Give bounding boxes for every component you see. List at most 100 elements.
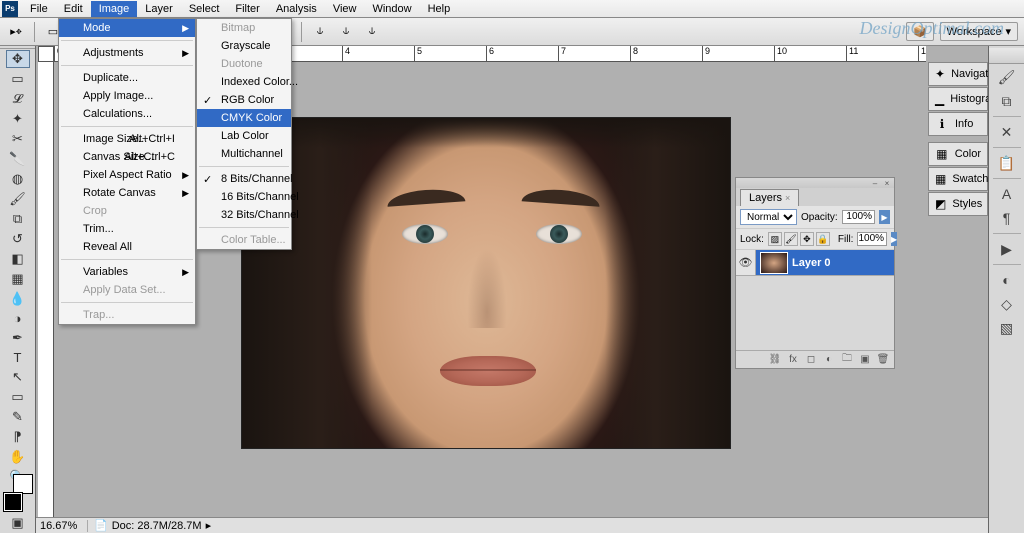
menu-file[interactable]: File: [22, 1, 56, 17]
menu-duplicate[interactable]: Duplicate...: [59, 69, 195, 87]
mode-cmyk[interactable]: CMYK Color: [197, 109, 291, 127]
doc-info[interactable]: 📄Doc: 28.7M/28.7M▸: [88, 519, 211, 532]
distribute-icon[interactable]: ⫝: [362, 22, 382, 42]
color-flyout[interactable]: ▦Color: [928, 142, 988, 166]
slice-tool-icon[interactable]: 🔪: [6, 150, 30, 168]
path-tool-icon[interactable]: ↖: [6, 368, 30, 386]
menu-apply-image[interactable]: Apply Image...: [59, 87, 195, 105]
zoom-field[interactable]: 16.67%: [36, 520, 88, 532]
paths-dock-icon[interactable]: ◇: [995, 293, 1019, 315]
menu-analysis[interactable]: Analysis: [268, 1, 325, 17]
fill-arrow-icon[interactable]: ▶: [891, 232, 897, 246]
mode-grayscale[interactable]: Grayscale: [197, 37, 291, 55]
brushes-dock-icon[interactable]: 🖌: [995, 66, 1019, 88]
brush-tool-icon[interactable]: 🖌: [6, 190, 30, 208]
menu-view[interactable]: View: [325, 1, 365, 17]
layercomps-dock-icon[interactable]: 📋: [995, 152, 1019, 174]
notes-tool-icon[interactable]: ✎: [6, 408, 30, 426]
opacity-arrow-icon[interactable]: ▶: [879, 210, 890, 224]
layer-mask-icon[interactable]: ◻: [804, 353, 818, 367]
menu-crop[interactable]: Crop: [59, 202, 195, 220]
toolbox-header[interactable]: [0, 48, 35, 49]
wand-tool-icon[interactable]: ✦: [6, 110, 30, 128]
lock-transparent-icon[interactable]: ▨: [768, 232, 782, 246]
styles-flyout[interactable]: ◩Styles: [928, 192, 988, 216]
pen-tool-icon[interactable]: ✒: [6, 329, 30, 347]
crop-tool-icon[interactable]: ✂: [6, 130, 30, 148]
menu-adjustments[interactable]: Adjustments▶: [59, 44, 195, 62]
layers-panel-titlebar[interactable]: – ×: [736, 178, 894, 188]
menu-image[interactable]: Image: [91, 1, 138, 17]
menu-trim[interactable]: Trim...: [59, 220, 195, 238]
mode-32bit[interactable]: 32 Bits/Channel: [197, 206, 291, 224]
menu-calculations[interactable]: Calculations...: [59, 105, 195, 123]
mode-16bit[interactable]: 16 Bits/Channel: [197, 188, 291, 206]
menu-select[interactable]: Select: [181, 1, 228, 17]
clone-dock-icon[interactable]: ⧉: [995, 90, 1019, 112]
hand-tool-icon[interactable]: ✋: [6, 448, 30, 466]
mode-indexed[interactable]: Indexed Color...: [197, 73, 291, 91]
heal-tool-icon[interactable]: ◍: [6, 170, 30, 188]
lasso-tool-icon[interactable]: 𝓛: [6, 90, 30, 108]
menu-help[interactable]: Help: [420, 1, 459, 17]
menu-window[interactable]: Window: [364, 1, 419, 17]
eyedropper-tool-icon[interactable]: ⁋: [6, 428, 30, 446]
close-tab-icon[interactable]: ×: [785, 193, 790, 203]
mode-lab[interactable]: Lab Color: [197, 127, 291, 145]
layers-dock-icon[interactable]: ▧: [995, 317, 1019, 339]
distribute-icon[interactable]: ⫝: [336, 22, 356, 42]
screenmode-icon[interactable]: ▣: [6, 514, 30, 532]
blend-mode-select[interactable]: Normal: [740, 209, 797, 225]
mode-rgb[interactable]: ✓RGB Color: [197, 91, 291, 109]
menu-rotate-canvas[interactable]: Rotate Canvas▶: [59, 184, 195, 202]
lock-position-icon[interactable]: ✥: [800, 232, 814, 246]
navigator-flyout[interactable]: ✦Navigator: [928, 62, 988, 86]
blur-tool-icon[interactable]: 💧: [6, 290, 30, 308]
dock-header[interactable]: [989, 48, 1024, 64]
channels-dock-icon[interactable]: ◐: [995, 269, 1019, 291]
adjustment-layer-icon[interactable]: ◐: [822, 353, 836, 367]
opacity-field[interactable]: 100%: [842, 210, 875, 224]
stamp-tool-icon[interactable]: ⧉: [6, 210, 30, 228]
marquee-tool-icon[interactable]: ▭: [6, 70, 30, 88]
layer-style-icon[interactable]: fx: [786, 353, 800, 367]
minimize-icon[interactable]: –: [870, 179, 880, 187]
tools-dock-icon[interactable]: ✕: [995, 121, 1019, 143]
foreground-color-swatch[interactable]: [4, 493, 22, 511]
histogram-flyout[interactable]: ▁Histogram: [928, 87, 988, 111]
shape-tool-icon[interactable]: ▭: [6, 388, 30, 406]
menu-canvas-size[interactable]: Canvas Size...Alt+Ctrl+C: [59, 148, 195, 166]
visibility-eye-icon[interactable]: 👁: [736, 250, 756, 275]
move-tool-preset-icon[interactable]: ▸✥: [6, 22, 26, 42]
menu-filter[interactable]: Filter: [227, 1, 267, 17]
menu-reveal-all[interactable]: Reveal All: [59, 238, 195, 256]
layer-row[interactable]: 👁 Layer 0: [736, 250, 894, 276]
menu-image-size[interactable]: Image Size...Alt+Ctrl+I: [59, 130, 195, 148]
lock-all-icon[interactable]: 🔒: [816, 232, 830, 246]
menu-pixel-aspect[interactable]: Pixel Aspect Ratio▶: [59, 166, 195, 184]
background-color-swatch[interactable]: [14, 475, 32, 493]
eraser-tool-icon[interactable]: ◧: [6, 250, 30, 268]
dodge-tool-icon[interactable]: ◑: [6, 310, 30, 327]
menu-mode[interactable]: Mode▶: [59, 19, 195, 37]
fill-field[interactable]: 100%: [857, 232, 887, 246]
lock-image-icon[interactable]: 🖌: [784, 232, 798, 246]
layer-thumbnail[interactable]: [760, 252, 788, 274]
distribute-icon[interactable]: ⫝: [310, 22, 330, 42]
mode-8bit[interactable]: ✓8 Bits/Channel: [197, 170, 291, 188]
gradient-tool-icon[interactable]: ▦: [6, 270, 30, 288]
new-layer-icon[interactable]: ▣: [858, 353, 872, 367]
menu-variables[interactable]: Variables▶: [59, 263, 195, 281]
history-brush-icon[interactable]: ↺: [6, 230, 30, 248]
new-group-icon[interactable]: 🗀: [840, 353, 854, 367]
actions-dock-icon[interactable]: ▶: [995, 238, 1019, 260]
mode-multichannel[interactable]: Multichannel: [197, 145, 291, 163]
type-tool-icon[interactable]: T: [6, 349, 30, 366]
character-dock-icon[interactable]: A: [995, 183, 1019, 205]
paragraph-dock-icon[interactable]: ¶: [995, 207, 1019, 229]
layers-tab[interactable]: Layers×: [740, 189, 799, 206]
info-flyout[interactable]: ℹInfo: [928, 112, 988, 136]
close-icon[interactable]: ×: [882, 179, 892, 187]
move-tool-icon[interactable]: ✥: [6, 50, 30, 68]
delete-layer-icon[interactable]: 🗑: [876, 353, 890, 367]
